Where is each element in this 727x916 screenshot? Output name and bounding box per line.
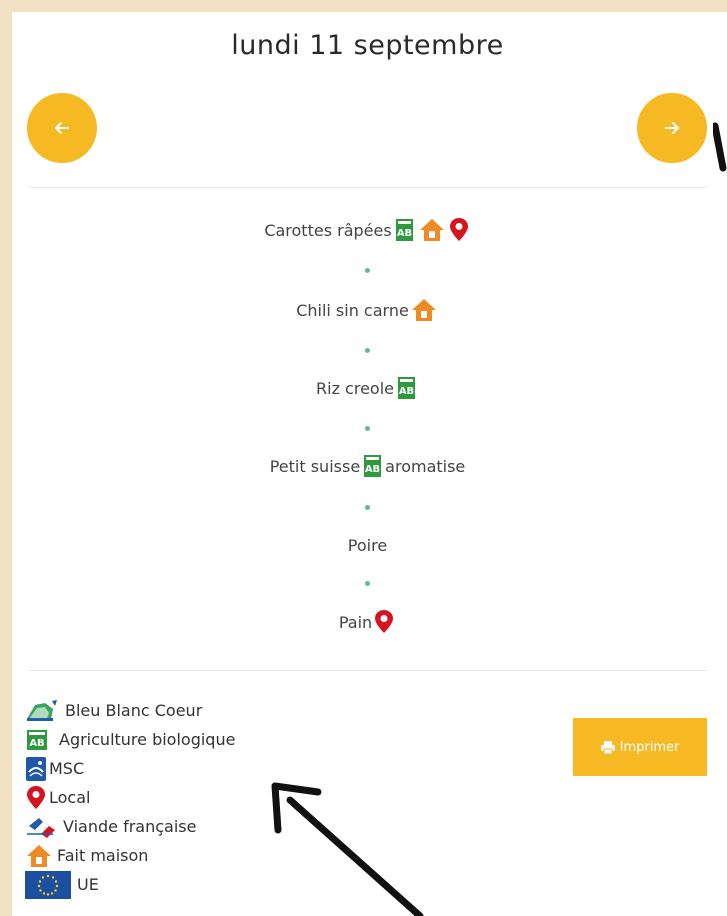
eu-flag-icon xyxy=(25,870,71,899)
menu-item-label: Poire xyxy=(347,536,388,555)
previous-day-button[interactable] xyxy=(27,93,97,163)
legend-label: Bleu Blanc Coeur xyxy=(65,701,203,720)
page-title: lundi 11 septembre xyxy=(231,30,504,61)
print-button-label: Imprimer xyxy=(619,739,680,755)
menu-item-label: Chili sin carne xyxy=(296,300,409,320)
menu-item-label: Pain xyxy=(338,612,373,632)
pin-icon xyxy=(375,610,394,633)
ab-icon: AB xyxy=(27,729,47,750)
legend-item-msc: MSC xyxy=(25,754,235,783)
separator-dot xyxy=(365,505,370,510)
menu-item-label: Riz creole xyxy=(316,378,394,398)
house-icon xyxy=(27,844,51,867)
menu-item-label-suffix: aromatise xyxy=(385,456,466,476)
menu-item-label: Carottes râpées xyxy=(264,220,392,240)
legend-label: Local xyxy=(49,788,91,807)
house-icon xyxy=(411,299,436,321)
svg-text:AB: AB xyxy=(399,386,414,397)
menu-item-3: Riz creole AB xyxy=(0,377,727,399)
svg-text:AB: AB xyxy=(397,228,412,239)
print-button[interactable]: Imprimer xyxy=(573,718,707,776)
legend-label: MSC xyxy=(49,759,85,778)
ab-icon: AB xyxy=(398,377,415,399)
house-icon xyxy=(419,219,444,241)
annotation-arrow-icon xyxy=(271,782,424,916)
arrow-right-icon xyxy=(665,122,679,134)
pin-icon xyxy=(449,218,468,241)
menu-item-label: Petit suisse xyxy=(269,456,361,476)
msc-icon xyxy=(26,756,46,781)
pin-icon xyxy=(27,785,45,809)
separator-dot xyxy=(365,581,370,586)
menu-item-2: Chili sin carne xyxy=(0,298,727,322)
arrow-left-icon xyxy=(55,122,69,134)
legend-item-bleu-blanc-coeur: Bleu Blanc Coeur xyxy=(25,696,235,725)
legend-item-fait-maison: Fait maison xyxy=(25,841,235,870)
separator-dot xyxy=(365,426,370,431)
menu-item-5: Poire xyxy=(0,536,727,555)
legend-label: UE xyxy=(77,875,99,894)
legend-item-agriculture-biologique: AB Agriculture biologique xyxy=(25,725,235,754)
svg-text:AB: AB xyxy=(29,738,44,749)
menu-item-6: Pain xyxy=(0,609,727,635)
legend-label: Fait maison xyxy=(57,846,149,865)
printer-icon xyxy=(600,740,615,754)
legend-label: Agriculture biologique xyxy=(59,730,236,749)
bleu-blanc-coeur-icon xyxy=(27,699,57,721)
viande-francaise-icon xyxy=(27,817,55,838)
divider-bottom xyxy=(28,670,708,671)
legend-label: Viande française xyxy=(63,817,197,836)
svg-text:AB: AB xyxy=(365,464,380,475)
legend-item-ue: UE xyxy=(25,870,235,899)
annotation-mark xyxy=(713,122,727,172)
menu-item-4: Petit suisse AB aromatise xyxy=(0,455,727,477)
ab-icon: AB xyxy=(364,455,382,477)
next-day-button[interactable] xyxy=(637,93,707,163)
menu-item-1: Carottes râpées AB xyxy=(0,217,727,243)
legend-item-local: Local xyxy=(25,783,235,812)
label-legend: Bleu Blanc Coeur AB Agriculture biologiq… xyxy=(25,696,235,899)
legend-item-viande-francaise: Viande française xyxy=(25,812,235,841)
ab-icon: AB xyxy=(395,219,413,241)
separator-dot xyxy=(365,348,370,353)
separator-dot xyxy=(365,268,370,273)
divider-top xyxy=(28,187,708,188)
